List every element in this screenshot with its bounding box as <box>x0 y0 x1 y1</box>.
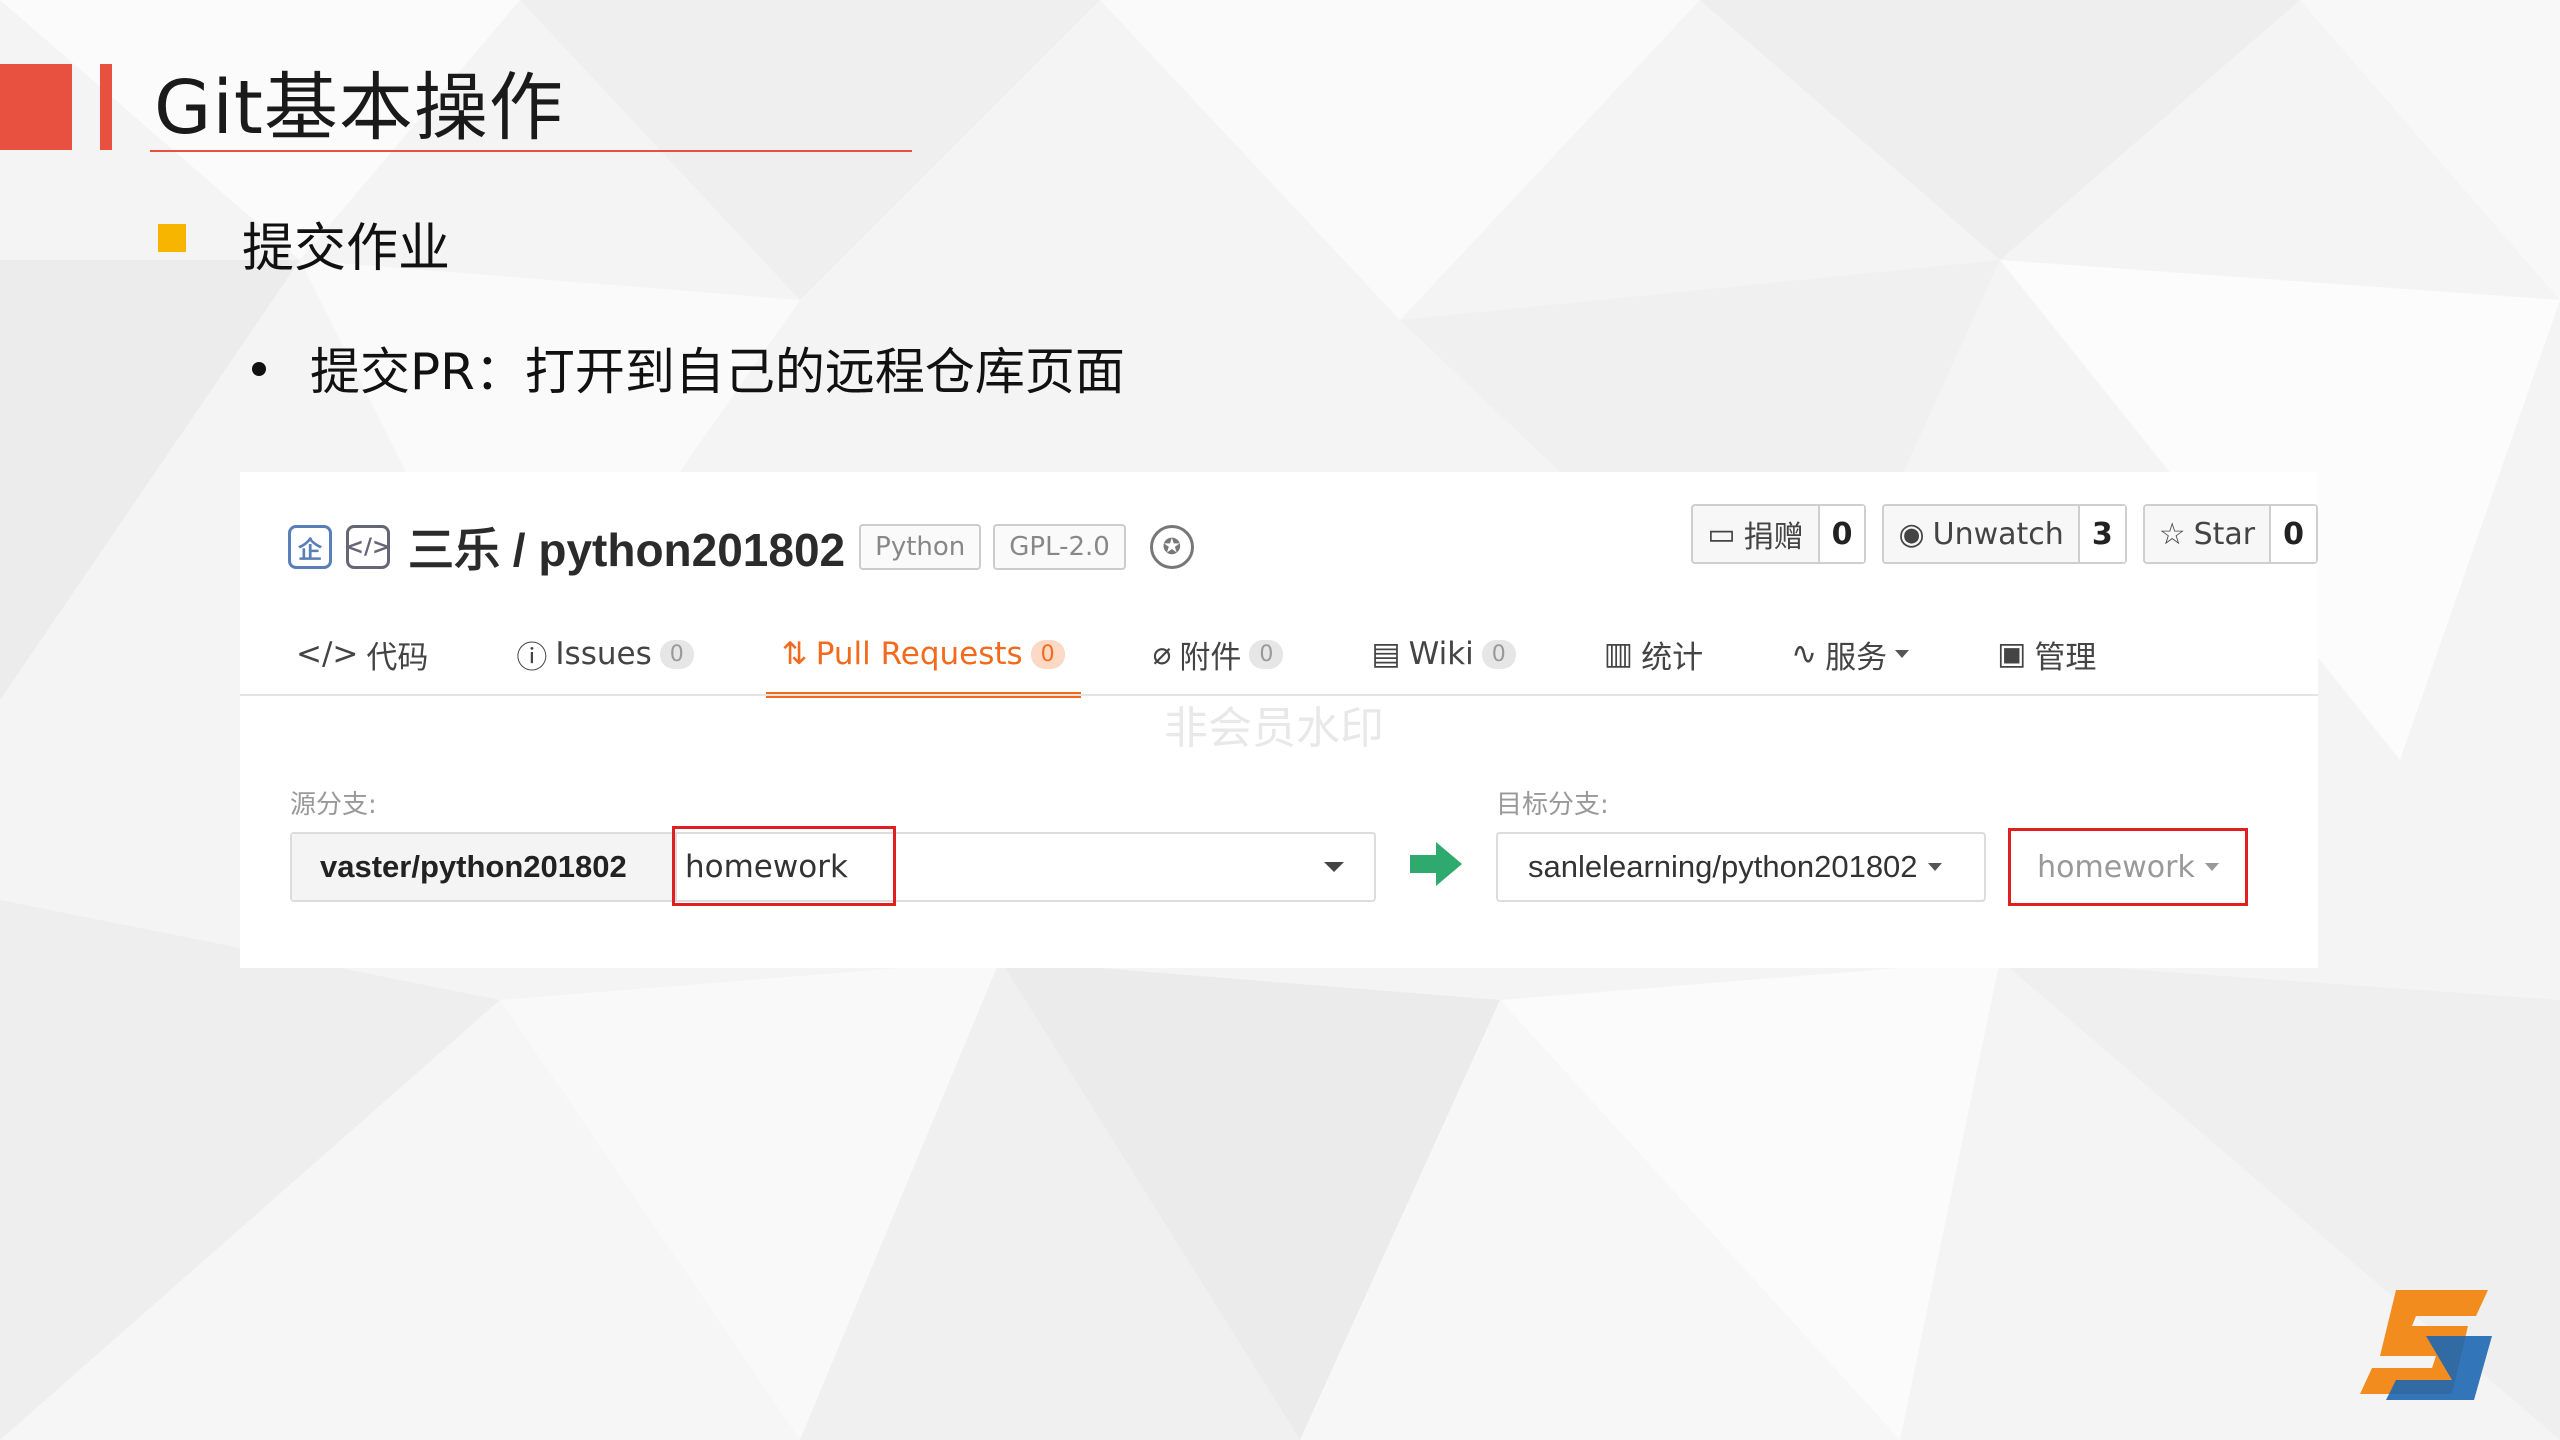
repo-title[interactable]: 三乐 / python201802 <box>408 514 845 580</box>
repo-tabs: </> 代码 ⓘ Issues 0 ⇅ Pull Requests 0 ⌀ 附件… <box>280 612 2168 698</box>
chevron-down-icon <box>1927 863 1942 871</box>
tab-services[interactable]: ∿ 服务 <box>1775 612 1925 696</box>
tab-wiki[interactable]: ▤ Wiki 0 <box>1355 612 1531 696</box>
star-icon: ☆ <box>2158 516 2186 552</box>
code-repo-icon: </> <box>346 525 390 569</box>
arrow-right-icon <box>1410 842 1462 890</box>
sub-bullet-text: 提交PR：打开到自己的远程仓库页面 <box>310 343 1125 401</box>
brand-logo <box>2356 1286 2492 1404</box>
enterprise-shield-icon: 企 <box>288 525 332 569</box>
bullet-dot-icon <box>252 362 266 376</box>
source-branch-label: 源分支: <box>290 790 377 820</box>
tab-count: 0 <box>1481 639 1516 669</box>
chart-icon: ▥ <box>1603 636 1634 672</box>
tab-count: 0 <box>1249 639 1284 669</box>
book-icon: ▤ <box>1371 636 1401 672</box>
star-count: 0 <box>2269 506 2316 562</box>
repo-actions: ▭ 捐赠 0 ◉ Unwatch 3 ☆ Star 0 <box>1675 504 2318 564</box>
eye-icon: ◉ <box>1898 516 1925 552</box>
pull-request-icon: ⇅ <box>781 636 808 672</box>
tab-manage[interactable]: ▣ 管理 <box>1981 612 2112 696</box>
tab-pull-requests[interactable]: ⇅ Pull Requests 0 <box>765 612 1081 698</box>
target-repo-select[interactable]: sanlelearning/python201802 <box>1496 832 1986 902</box>
title-underline <box>150 150 912 152</box>
target-repo-text: sanlelearning/python201802 <box>1528 849 1918 884</box>
tab-stats[interactable]: ▥ 统计 <box>1588 612 1719 696</box>
target-branch-text: homework <box>2037 849 2195 885</box>
bullet-square-icon <box>158 224 186 252</box>
title-accent-block <box>0 64 72 150</box>
bullet-heading: 提交作业 <box>242 219 451 279</box>
tab-label: Issues <box>555 636 652 672</box>
donate-icon: ▭ <box>1707 516 1736 552</box>
tab-count: 0 <box>659 639 694 669</box>
unwatch-button[interactable]: ◉ Unwatch 3 <box>1882 504 2127 564</box>
tab-issues[interactable]: ⓘ Issues 0 <box>500 612 709 696</box>
issue-icon: ⓘ <box>516 639 548 676</box>
donate-label: 捐赠 <box>1743 520 1804 555</box>
tab-label: Wiki <box>1408 636 1474 672</box>
tab-code[interactable]: </> 代码 <box>280 612 444 696</box>
target-branch-select[interactable]: homework <box>2008 828 2248 906</box>
star-button[interactable]: ☆ Star 0 <box>2142 504 2318 564</box>
tab-label: 附件 <box>1179 639 1242 676</box>
chevron-down-icon <box>1324 862 1344 872</box>
unwatch-label: Unwatch <box>1932 516 2064 552</box>
donate-count: 0 <box>1817 506 1865 562</box>
tab-label: 服务 <box>1825 639 1888 676</box>
watch-count: 3 <box>2077 506 2125 562</box>
tab-label: 代码 <box>366 639 429 676</box>
source-repo: vaster/python201802 <box>292 834 677 900</box>
pulse-icon: ∿ <box>1791 636 1818 672</box>
code-icon: </> <box>296 636 359 672</box>
chevron-down-icon <box>1895 650 1910 658</box>
recommend-badge-icon: ✪ <box>1149 525 1194 569</box>
gitee-pr-screenshot: 企 </> 三乐 / python201802 Python GPL-2.0 ✪… <box>240 472 2318 968</box>
slide-title: Git基本操作 <box>154 65 564 151</box>
target-branch-label: 目标分支: <box>1496 790 1609 820</box>
tab-label: Pull Requests <box>815 636 1023 672</box>
watermark: 非会员水印 <box>1164 703 1384 754</box>
star-label: Star <box>2193 516 2256 552</box>
repo-header: 企 </> 三乐 / python201802 Python GPL-2.0 ✪ <box>288 512 1194 582</box>
title-accent-bar <box>100 64 112 150</box>
tab-label: 管理 <box>2034 639 2097 676</box>
settings-doc-icon: ▣ <box>1997 636 2027 672</box>
tab-attachments[interactable]: ⌀ 附件 0 <box>1137 612 1300 696</box>
chevron-down-icon <box>2204 863 2219 871</box>
attachment-icon: ⌀ <box>1152 636 1172 672</box>
language-tag[interactable]: Python <box>859 524 982 570</box>
license-tag[interactable]: GPL-2.0 <box>993 524 1126 570</box>
tab-count: 0 <box>1030 639 1065 669</box>
tab-label: 统计 <box>1641 639 1704 676</box>
source-branch-highlight <box>672 826 896 906</box>
donate-button[interactable]: ▭ 捐赠 0 <box>1691 504 1867 564</box>
